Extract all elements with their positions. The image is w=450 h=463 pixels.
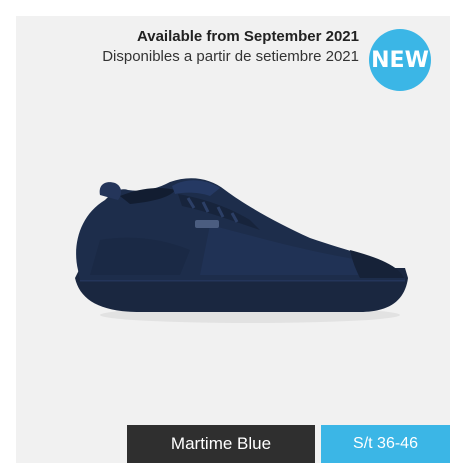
- availability-announcement: Available from September 2021 Disponible…: [102, 27, 359, 67]
- color-name-label: Martime Blue: [127, 425, 315, 463]
- new-badge: NEW: [369, 29, 431, 91]
- sneaker-image: [75, 178, 408, 323]
- availability-subtitle: Disponibles a partir de setiembre 2021: [102, 48, 359, 65]
- size-range-label: S/t 36-46: [321, 425, 450, 463]
- availability-title: Available from September 2021: [136, 28, 359, 45]
